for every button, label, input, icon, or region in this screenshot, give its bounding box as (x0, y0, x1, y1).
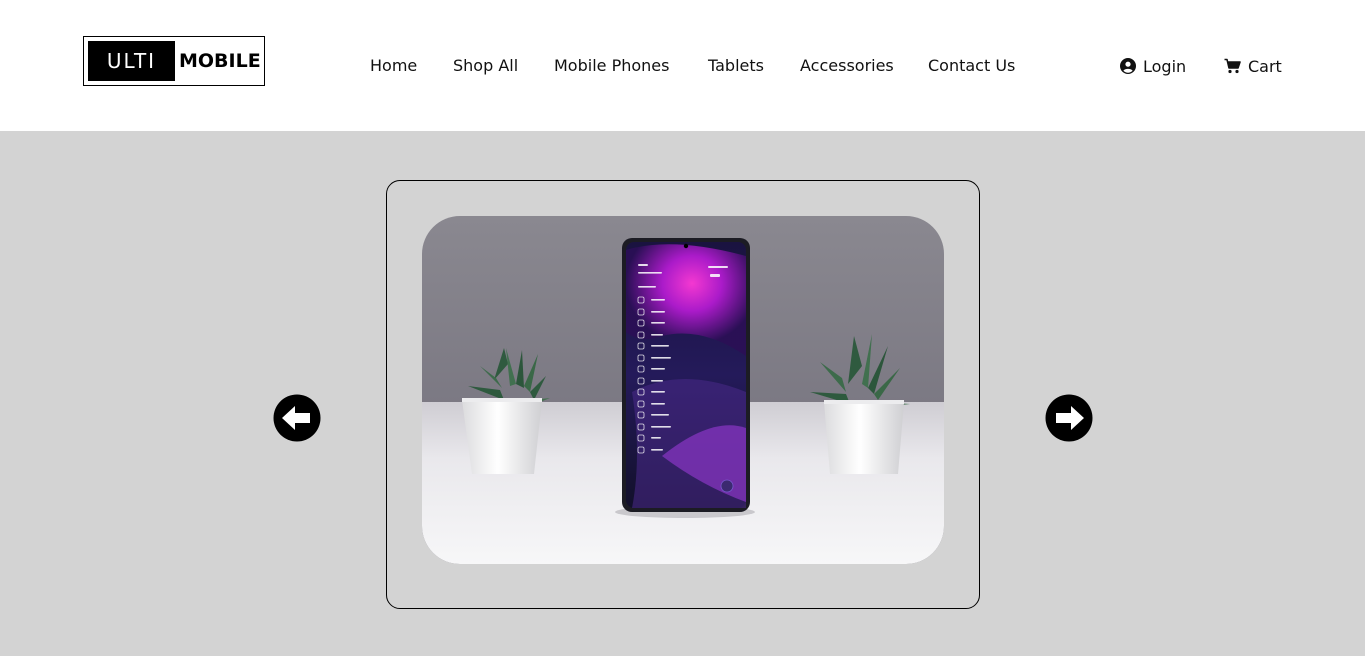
nav-accessories[interactable]: Accessories (800, 54, 894, 78)
carousel-slide-card (386, 180, 980, 609)
cart-link[interactable]: Cart (1224, 54, 1282, 78)
product-photo[interactable] (422, 216, 944, 564)
nav-tablets[interactable]: Tablets (708, 54, 764, 78)
smartphone-product-image (422, 216, 944, 564)
carousel-next-button[interactable] (1045, 394, 1093, 442)
user-circle-icon (1120, 58, 1136, 74)
carousel-prev-button[interactable] (273, 394, 321, 442)
brand-logo-right: MOBILE (179, 50, 261, 72)
brand-logo[interactable]: ULTI MOBILE (83, 36, 265, 86)
shopping-cart-icon (1224, 58, 1241, 74)
brand-logo-left: ULTI (88, 41, 175, 81)
site-header: ULTI MOBILE Home Shop All Mobile Phones … (0, 0, 1365, 131)
cart-label: Cart (1248, 56, 1282, 76)
arrow-left-circle-icon (273, 394, 321, 442)
login-label: Login (1143, 56, 1187, 76)
nav-mobile-phones[interactable]: Mobile Phones (554, 54, 669, 78)
nav-shop-all[interactable]: Shop All (453, 54, 518, 78)
login-link[interactable]: Login (1120, 54, 1186, 78)
nav-home[interactable]: Home (370, 54, 417, 78)
nav-contact-us[interactable]: Contact Us (928, 54, 1015, 78)
arrow-right-circle-icon (1045, 394, 1093, 442)
